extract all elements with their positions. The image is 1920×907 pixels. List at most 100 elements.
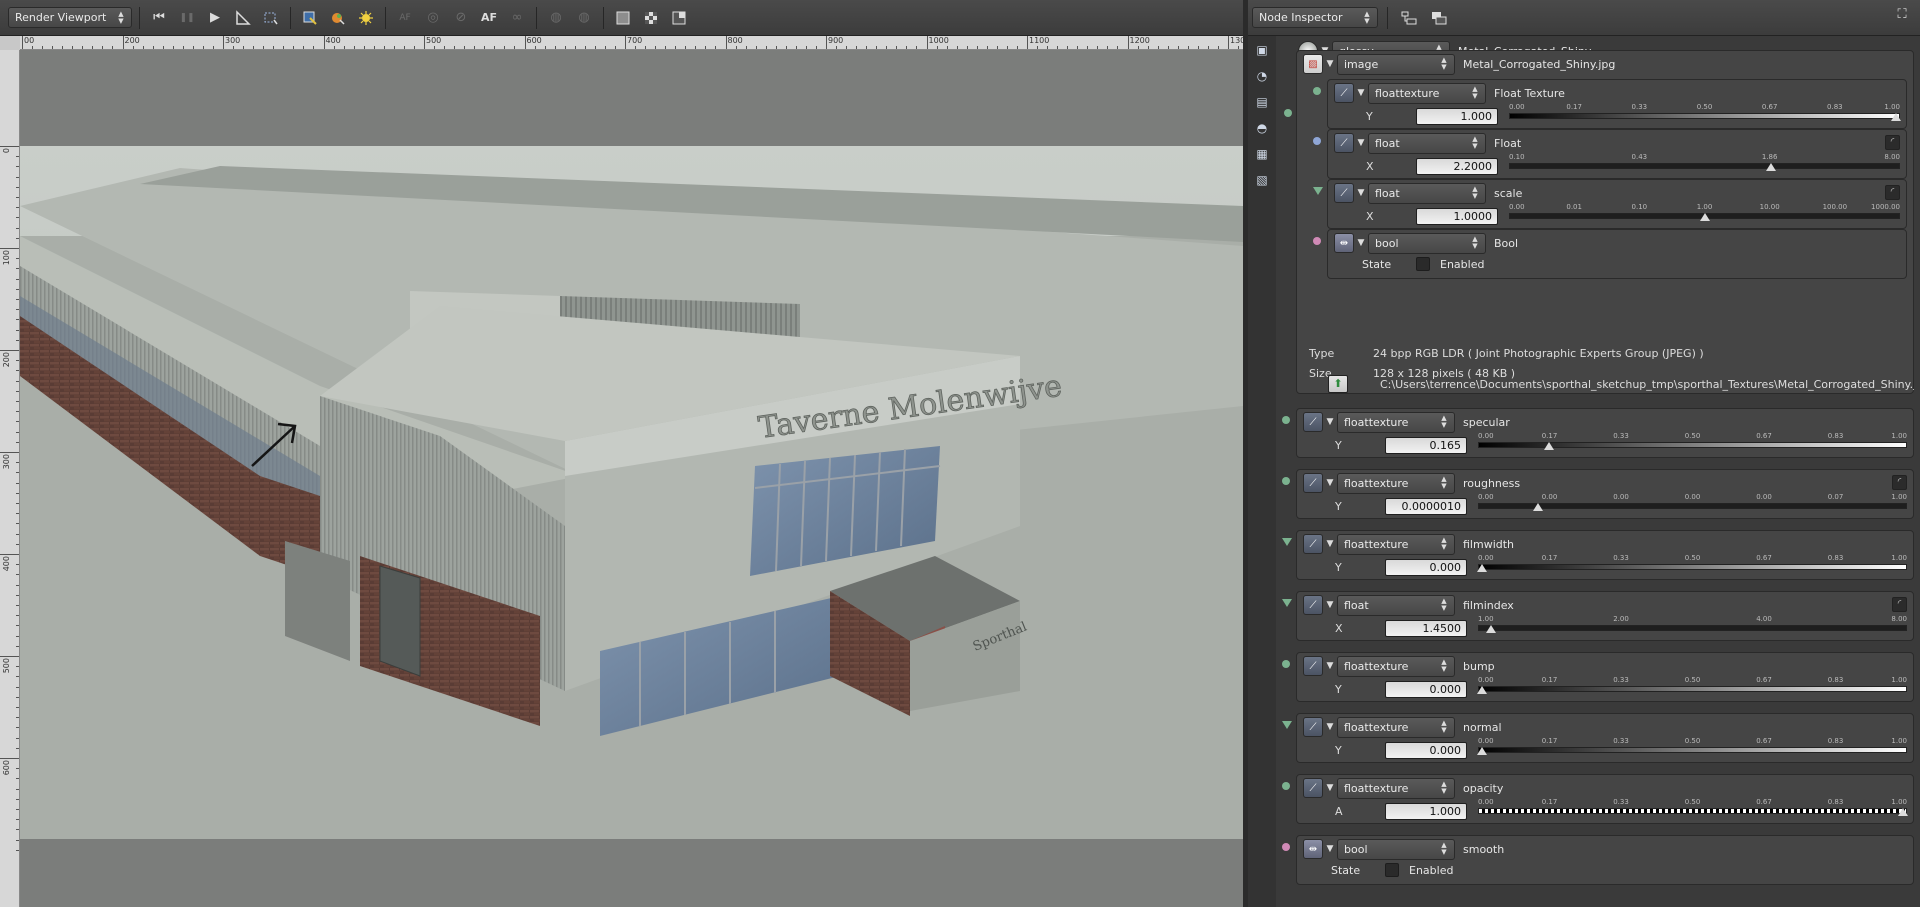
param-type-combo[interactable]: floattexture ▲ ▼ <box>1337 655 1455 677</box>
sphere-icon[interactable]: ◍ <box>544 6 568 30</box>
slider-handle[interactable] <box>1543 442 1554 450</box>
opacity-input-pin[interactable] <box>1282 782 1290 790</box>
glasses-icon[interactable]: ∞ <box>505 6 529 30</box>
roughness-input-pin[interactable] <box>1282 477 1290 485</box>
collapse-arrow-icon[interactable]: ▼ <box>1323 844 1337 854</box>
value-input[interactable]: 1.0000 <box>1416 207 1498 225</box>
value-input[interactable]: 1.4500 <box>1385 619 1467 637</box>
curve-node-icon[interactable]: ⟋ <box>1334 133 1354 153</box>
slider-handle[interactable] <box>1533 503 1544 511</box>
pick-light-icon[interactable] <box>354 6 378 30</box>
rewind-icon[interactable]: ⏮ <box>147 6 171 30</box>
value-input[interactable]: 1.000 <box>1416 107 1498 125</box>
param-type-combo[interactable]: floattexture ▲ ▼ <box>1337 777 1455 799</box>
postprocess-icon[interactable]: ▧ <box>1252 170 1272 190</box>
collapse-arrow-icon[interactable]: ▼ <box>1323 59 1337 69</box>
curve-node-icon[interactable]: ⟋ <box>1303 473 1323 493</box>
normal-input-pin[interactable] <box>1282 721 1292 729</box>
collapse-arrow-icon[interactable]: ▼ <box>1323 600 1337 610</box>
curve-edit-icon[interactable]: ◜ <box>1885 185 1900 200</box>
curve-node-icon[interactable]: ⟋ <box>1303 412 1323 432</box>
smooth-input-pin[interactable] <box>1282 843 1290 851</box>
scale-input-pin[interactable] <box>1313 187 1323 195</box>
inspector-maximize-icon[interactable]: ⛶ <box>1892 7 1912 27</box>
value-input[interactable]: 2.2000 <box>1416 157 1498 175</box>
region-select-icon[interactable] <box>259 6 283 30</box>
value-slider[interactable]: 0.00 0.17 0.33 0.50 0.67 0.83 1.00 <box>1477 676 1907 698</box>
render-target-icon[interactable]: ▣ <box>1252 40 1272 60</box>
curve-node-icon[interactable]: ⟋ <box>1303 595 1323 615</box>
play-icon[interactable]: ▶ <box>203 6 227 30</box>
viewport-maximize-icon[interactable] <box>1217 7 1237 27</box>
slider-handle[interactable] <box>1477 686 1488 694</box>
bool-node-icon[interactable]: ⇹ <box>1303 839 1323 859</box>
collapse-arrow-icon[interactable]: ▼ <box>1354 188 1368 198</box>
collapse-arrow-icon[interactable]: ▼ <box>1323 661 1337 671</box>
value-input[interactable]: 0.000 <box>1385 741 1467 759</box>
slider-handle[interactable] <box>1477 747 1488 755</box>
param-type-combo[interactable]: floattexture ▲ ▼ <box>1337 716 1455 738</box>
pause-icon[interactable]: ❚❚ <box>175 6 199 30</box>
bool-input-pin[interactable] <box>1313 237 1321 245</box>
image-node-pin[interactable] <box>1284 109 1292 117</box>
image-type-combo[interactable]: image ▲ ▼ <box>1337 53 1455 75</box>
value-input[interactable]: 0.000 <box>1385 680 1467 698</box>
collapse-arrow-icon[interactable]: ▼ <box>1354 138 1368 148</box>
slider-handle[interactable] <box>1765 163 1776 171</box>
sphere-alt-icon[interactable]: ◍ <box>572 6 596 30</box>
image-texture-icon[interactable]: ▨ <box>1303 54 1323 74</box>
curve-edit-icon[interactable]: ◜ <box>1892 475 1907 490</box>
pick-focus-icon[interactable] <box>298 6 322 30</box>
inspector-mode-combo[interactable]: Node Inspector ▲ ▼ <box>1252 7 1378 28</box>
bool-node-icon[interactable]: ⇹ <box>1334 233 1354 253</box>
collapse-arrow-icon[interactable]: ▼ <box>1323 539 1337 549</box>
slider-track[interactable] <box>1478 808 1907 814</box>
set-square-icon[interactable] <box>231 6 255 30</box>
value-slider[interactable]: 0.00 0.17 0.33 0.50 0.67 0.83 1.00 <box>1477 737 1907 759</box>
value-slider[interactable]: 0.00 0.17 0.33 0.50 0.67 0.83 1.00 <box>1478 798 1908 820</box>
param-type-combo[interactable]: float ▲ ▼ <box>1368 182 1486 204</box>
float-input-pin[interactable] <box>1313 137 1321 145</box>
slider-track[interactable] <box>1478 686 1907 692</box>
value-slider[interactable]: 0.00 0.17 0.33 0.50 0.67 0.83 1.00 <box>1478 432 1907 454</box>
value-slider[interactable]: 0.00 0.01 0.10 1.00 10.00 100.00 1000.00 <box>1509 203 1900 225</box>
collapse-arrow-icon[interactable]: ▼ <box>1323 722 1337 732</box>
specular-input-pin[interactable] <box>1282 416 1290 424</box>
background-checker-icon[interactable] <box>639 6 663 30</box>
param-type-combo[interactable]: floattexture ▲ ▼ <box>1368 82 1486 104</box>
value-input[interactable]: 0.000 <box>1385 558 1467 576</box>
slider-track[interactable] <box>1478 442 1907 448</box>
value-slider[interactable]: 0.10 0.43 1.86 8.00 <box>1509 153 1900 175</box>
zoom-focus-icon[interactable]: ⊘ <box>449 6 473 30</box>
slider-track[interactable] <box>1509 113 1900 119</box>
background-half-icon[interactable] <box>667 6 691 30</box>
expand-tree-icon[interactable] <box>1397 6 1421 30</box>
enabled-checkbox[interactable] <box>1385 863 1399 877</box>
image-path-value[interactable]: C:\Users\terrence\Documents\sporthal_ske… <box>1380 378 1914 391</box>
value-input[interactable]: 0.165 <box>1385 436 1467 454</box>
slider-handle[interactable] <box>1485 625 1496 633</box>
curve-edit-icon[interactable]: ◜ <box>1892 597 1907 612</box>
background-solid-icon[interactable] <box>611 6 635 30</box>
camera-icon[interactable]: ◔ <box>1252 66 1272 86</box>
bump-input-pin[interactable] <box>1282 660 1290 668</box>
param-type-combo[interactable]: floattexture ▲ ▼ <box>1337 472 1455 494</box>
param-type-combo[interactable]: floattexture ▲ ▼ <box>1337 411 1455 433</box>
collapse-arrow-icon[interactable]: ▼ <box>1354 238 1368 248</box>
value-slider[interactable]: 0.00 0.17 0.33 0.50 0.67 0.83 1.00 <box>1509 103 1902 125</box>
value-slider[interactable]: 0.00 0.17 0.33 0.50 0.67 0.83 1.00 <box>1477 554 1907 576</box>
imager-icon[interactable]: ▦ <box>1252 144 1272 164</box>
enabled-checkbox[interactable] <box>1416 257 1430 271</box>
value-input[interactable]: 0.0000010 <box>1385 497 1467 515</box>
param-type-combo[interactable]: bool ▲ ▼ <box>1368 232 1486 254</box>
autofocus-icon[interactable]: AF <box>393 6 417 30</box>
collapse-arrow-icon[interactable]: ▼ <box>1354 88 1368 98</box>
filmindex-input-pin[interactable] <box>1282 599 1292 607</box>
param-type-combo[interactable]: bool ▲ ▼ <box>1337 838 1455 860</box>
render-canvas[interactable]: Taverne Molenwijve Sporthal <box>20 50 1243 907</box>
collapse-arrow-icon[interactable]: ▼ <box>1323 783 1337 793</box>
param-type-combo[interactable]: float ▲ ▼ <box>1368 132 1486 154</box>
curve-edit-icon[interactable]: ◜ <box>1885 135 1900 150</box>
af-button[interactable]: AF <box>477 6 501 30</box>
slider-handle[interactable] <box>1891 113 1902 121</box>
